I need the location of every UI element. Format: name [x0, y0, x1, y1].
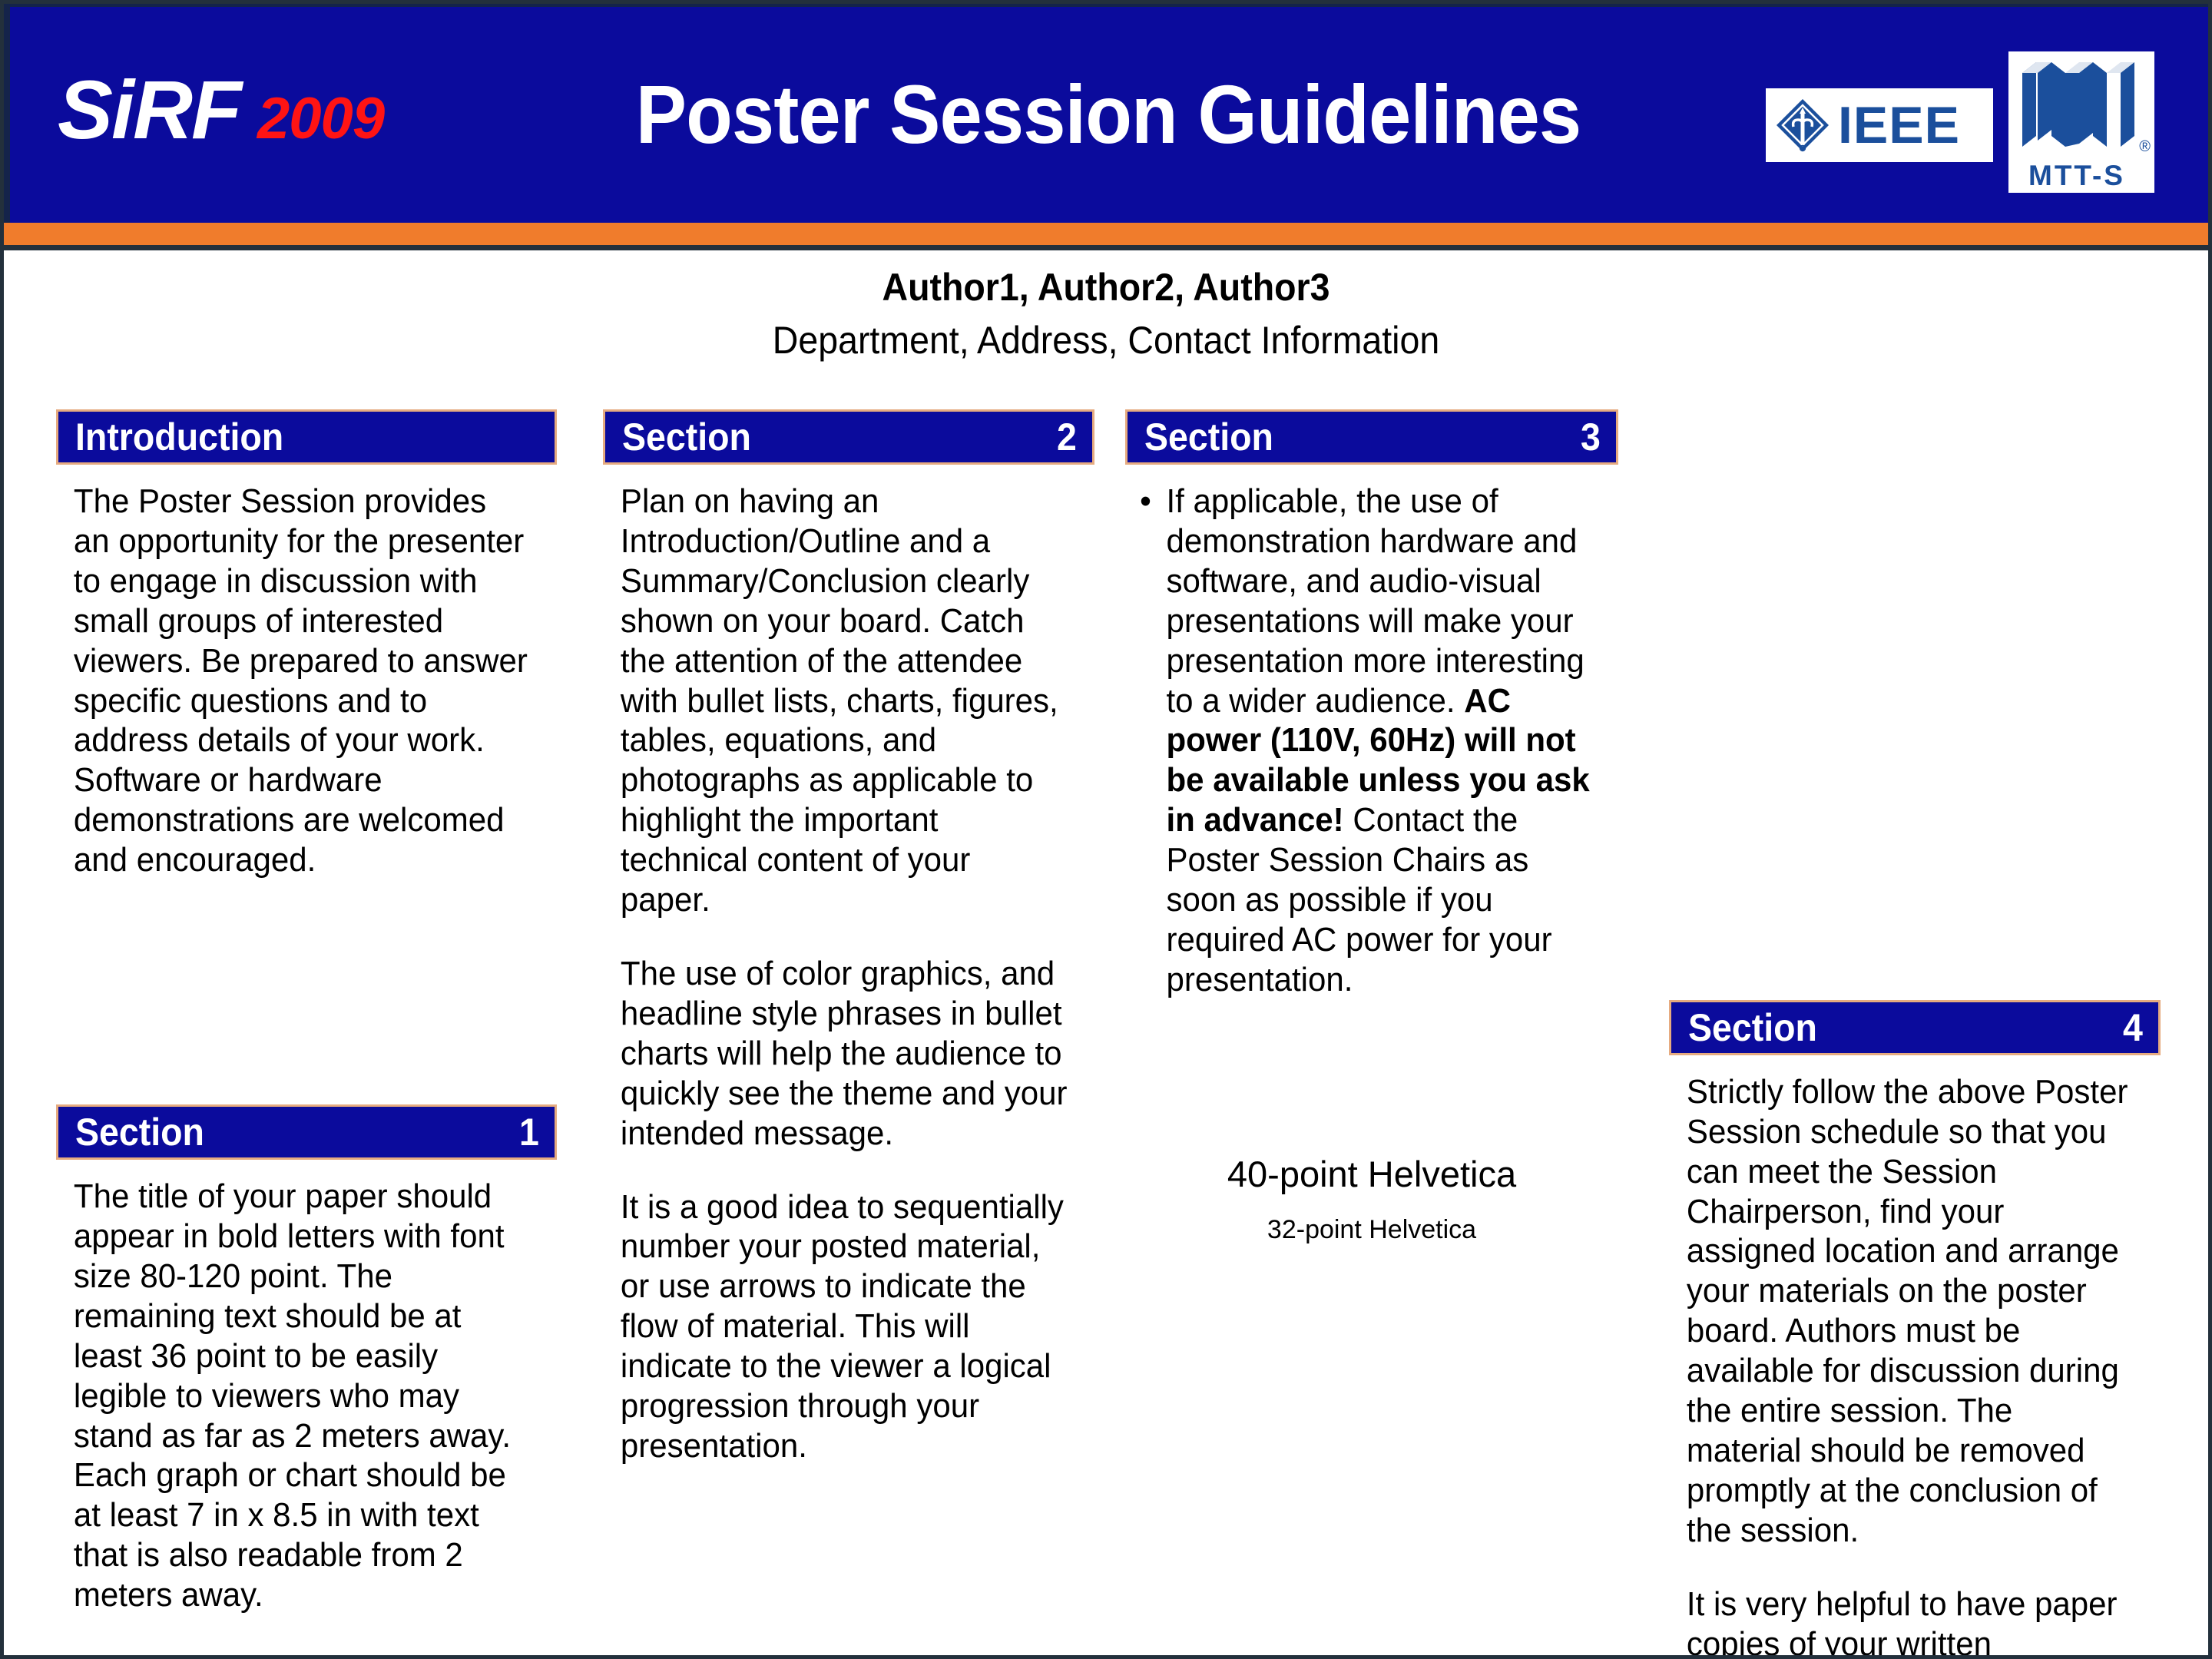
paragraph: The title of your paper should appear in… [73, 1177, 511, 1614]
paragraph: The use of color graphics, and headline … [620, 954, 1068, 1152]
author-block: Author1, Author2, Author3 Department, Ad… [4, 265, 2208, 363]
page-title: Poster Session Guidelines [635, 68, 1581, 161]
section-number: 2 [1057, 416, 1077, 459]
poster-canvas: SiRF 2009 Poster Session Guidelines IEEE [0, 0, 2212, 1659]
orange-divider-stripe [4, 223, 2208, 245]
paragraph: It is a good idea to sequentially number… [620, 1187, 1064, 1465]
paragraph: Strictly follow the above Poster Session… [1686, 1072, 2128, 1549]
registered-mark-icon: ® [2139, 138, 2151, 155]
section-title: Section [622, 416, 751, 459]
section-body-3: • If applicable, the use of demonstration… [1125, 482, 1596, 1000]
column-4: Section 4 Strictly follow the above Post… [1669, 999, 2161, 1659]
header-banner: SiRF 2009 Poster Session Guidelines IEEE [4, 4, 2208, 223]
mtts-logo: ® MTT-S [2008, 51, 2154, 193]
paragraph: The Poster Session provides an opportuni… [73, 482, 528, 879]
stripe-shadow-line [4, 245, 2208, 250]
mtts-logo-text: MTT-S [2028, 160, 2125, 191]
section-header-4: Section 4 [1669, 999, 2161, 1055]
author-affiliation: Department, Address, Contact Information [772, 319, 1440, 362]
list-item: • If applicable, the use of demonstration… [1135, 482, 1596, 1000]
paragraph: It is very helpful to have paper copies … [1686, 1584, 2118, 1659]
bullet-icon: • [1140, 482, 1151, 520]
section-title: Section [75, 1111, 204, 1154]
bullet-text-lead: If applicable, the use of demonstration … [1166, 482, 1584, 720]
section-title: Introduction [75, 416, 284, 459]
section-body-1: The title of your paper should appear in… [56, 1177, 535, 1615]
font-sample-large: 40-point Helvetica [1227, 1154, 1517, 1194]
section-header-3: Section 3 [1125, 409, 1618, 465]
section-number: 1 [519, 1111, 539, 1154]
column-1: Introduction The Poster Session provides… [56, 409, 557, 1615]
paragraph: Plan on having an Introduction/Outline a… [620, 482, 1058, 919]
author-names: Author1, Author2, Author3 [882, 266, 1330, 309]
section-body-2: Plan on having an Introduction/Outline a… [603, 482, 1072, 1466]
column-3: Section 3 • If applicable, the use of dem… [1125, 409, 1618, 1244]
ieee-diamond-icon [1773, 96, 1832, 154]
section-number: 3 [1581, 416, 1601, 459]
section-body-introduction: The Poster Session provides an opportuni… [56, 482, 535, 880]
section-title: Section [1688, 1005, 1817, 1049]
sirf-logo-word: SiRF [58, 63, 242, 156]
font-sample-small: 32-point Helvetica [1267, 1215, 1477, 1244]
section-header-1: Section 1 [56, 1104, 557, 1161]
section-header-2: Section 2 [603, 409, 1094, 465]
section-title: Section [1144, 416, 1273, 459]
section-body-4: Strictly follow the above Poster Session… [1669, 1072, 2138, 1659]
sirf-logo-year: 2009 [257, 86, 385, 151]
section-header-introduction: Introduction [56, 409, 557, 465]
section-number: 4 [2123, 1005, 2143, 1049]
sirf-logo: SiRF 2009 [58, 63, 385, 156]
column-2: Section 2 Plan on having an Introduction… [603, 409, 1094, 1466]
ieee-logo-text: IEEE [1838, 96, 1960, 154]
mtts-m-icon [2008, 56, 2154, 157]
ieee-logo: IEEE [1766, 88, 1993, 162]
